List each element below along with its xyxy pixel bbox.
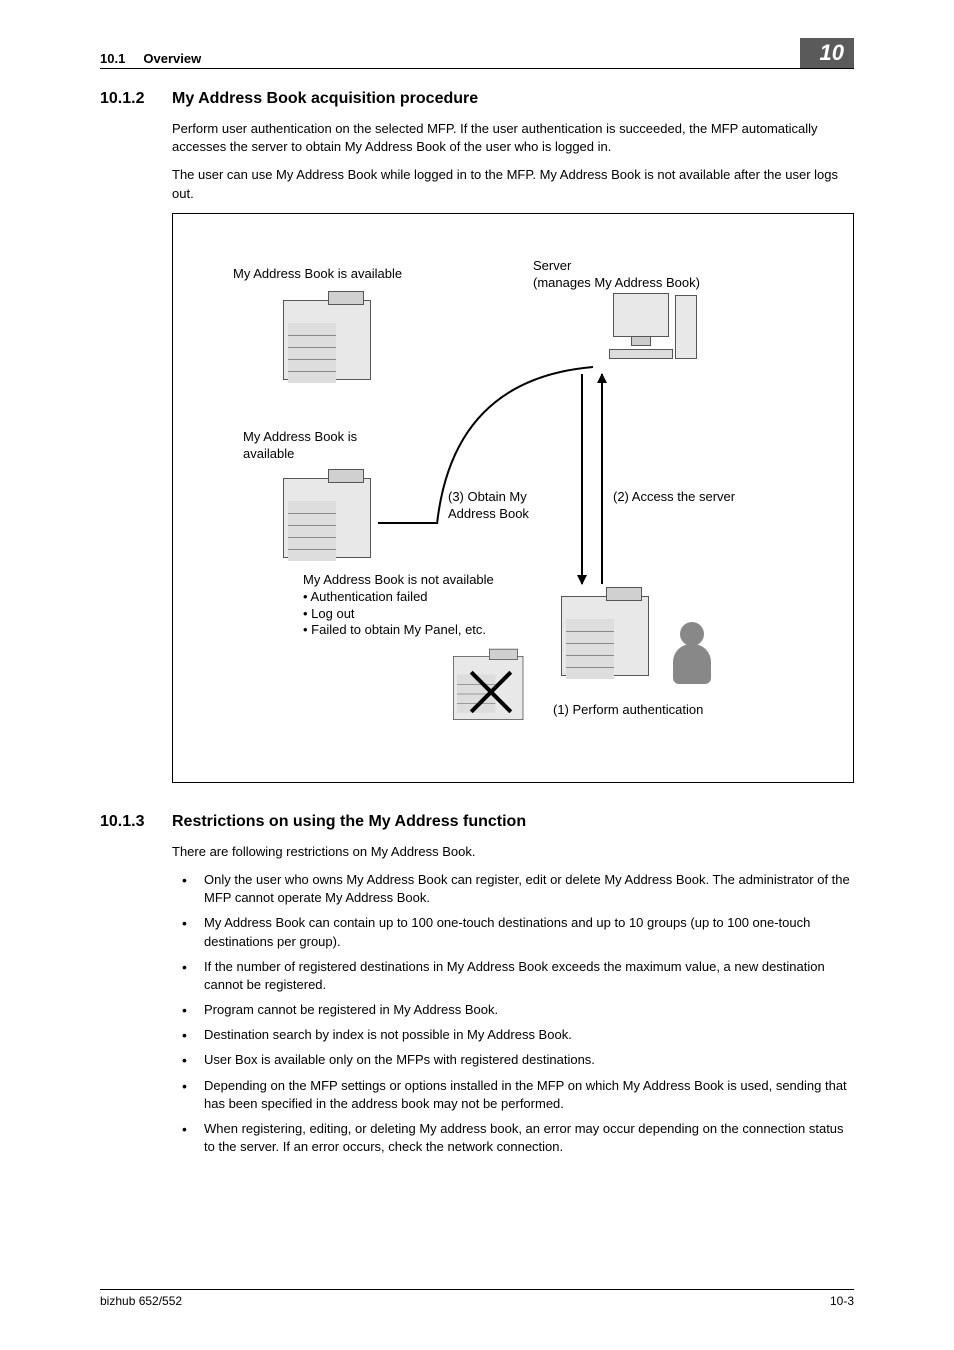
paragraph: There are following restrictions on My A… <box>172 843 854 861</box>
diagram-label-available-mid: My Address Book is available <box>243 429 393 463</box>
arrow-up-icon <box>601 374 603 584</box>
header-section-ref: 10.1 Overview <box>100 51 201 66</box>
section-number: 10.1.2 <box>100 90 172 108</box>
section-heading-1012: 10.1.2 My Address Book acquisition proce… <box>100 90 854 108</box>
list-item: When registering, editing, or deleting M… <box>172 1120 854 1156</box>
chapter-badge: 10 <box>800 38 854 68</box>
list-item: Program cannot be registered in My Addre… <box>172 1001 854 1019</box>
mfp-icon <box>283 478 371 558</box>
mfp-icon <box>561 596 649 676</box>
section-number: 10.1.3 <box>100 813 172 831</box>
paragraph: The user can use My Address Book while l… <box>172 166 854 202</box>
list-item: Only the user who owns My Address Book c… <box>172 871 854 907</box>
server-icon <box>613 293 673 359</box>
list-item: My Address Book can contain up to 100 on… <box>172 914 854 950</box>
diagram-label-not-available: My Address Book is not available • Authe… <box>303 572 494 640</box>
x-mark-icon <box>469 664 513 708</box>
arrow-down-icon <box>581 374 583 584</box>
page-header: 10.1 Overview 10 <box>100 38 854 69</box>
restrictions-list: Only the user who owns My Address Book c… <box>172 871 854 1156</box>
person-icon <box>673 622 711 684</box>
list-item: Destination search by index is not possi… <box>172 1026 854 1044</box>
list-item: User Box is available only on the MFPs w… <box>172 1051 854 1069</box>
mfp-icon <box>283 300 371 380</box>
diagram-label-available-top: My Address Book is available <box>233 266 402 283</box>
paragraph: Perform user authentication on the selec… <box>172 120 854 156</box>
header-section-label: Overview <box>143 51 201 66</box>
list-item: Depending on the MFP settings or options… <box>172 1077 854 1113</box>
diagram-label-step1: (1) Perform authentication <box>553 702 703 719</box>
section-title: My Address Book acquisition procedure <box>172 90 854 108</box>
section-title: Restrictions on using the My Address fun… <box>172 813 854 831</box>
connector-line <box>378 522 436 524</box>
section-heading-1013: 10.1.3 Restrictions on using the My Addr… <box>100 813 854 831</box>
footer-model: bizhub 652/552 <box>100 1294 182 1308</box>
diagram-label-server: Server (manages My Address Book) <box>533 258 700 292</box>
page-content: 10.1.2 My Address Book acquisition proce… <box>100 80 854 1163</box>
page-footer: bizhub 652/552 10-3 <box>100 1289 854 1308</box>
diagram-label-step2: (2) Access the server <box>613 489 735 506</box>
footer-page-number: 10-3 <box>830 1294 854 1308</box>
list-item: If the number of registered destinations… <box>172 958 854 994</box>
curved-connector <box>433 359 603 569</box>
diagram: My Address Book is available Server (man… <box>172 213 854 783</box>
header-section-number: 10.1 <box>100 51 125 66</box>
